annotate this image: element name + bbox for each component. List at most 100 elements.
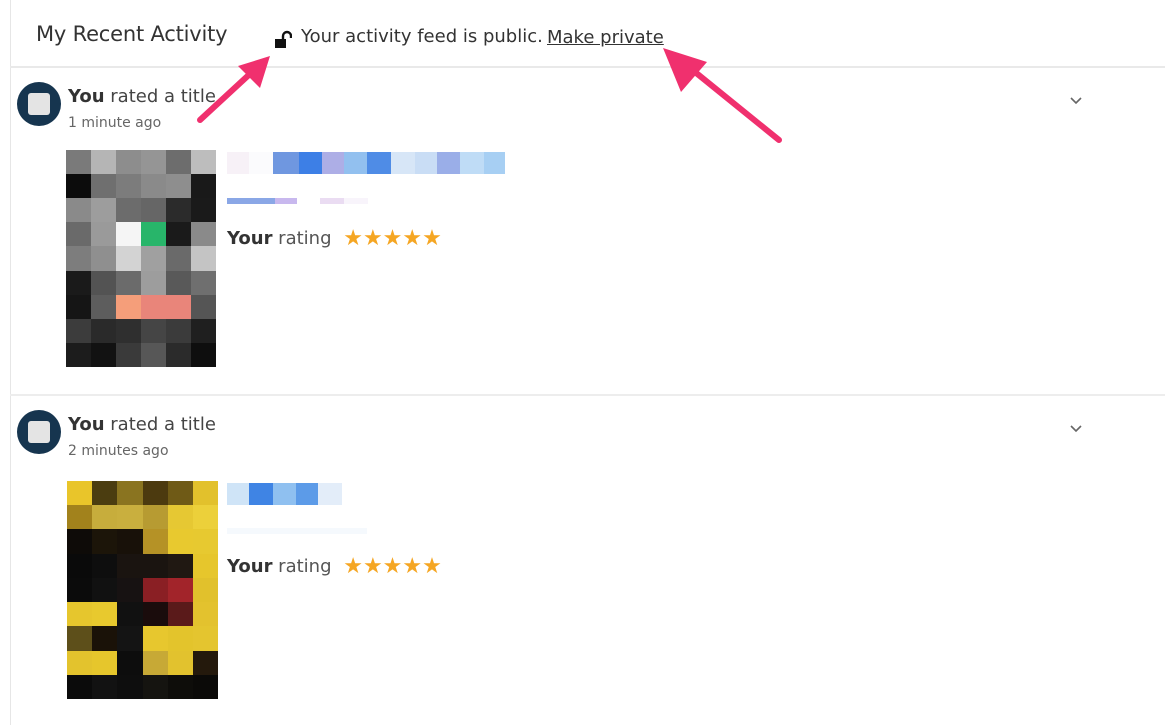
poster-pixel — [116, 342, 141, 367]
activity-item: You rated a title 1 minute ago Your rati… — [10, 70, 1165, 396]
activity-timestamp: 1 minute ago — [68, 115, 162, 131]
poster-pixel — [117, 626, 144, 652]
poster-pixel — [117, 481, 144, 506]
poster-pixel — [141, 246, 166, 272]
annotation-arrow-to-make-private — [663, 48, 782, 143]
annotation-arrow-to-lock — [197, 56, 270, 123]
poster-pixel — [166, 342, 191, 367]
poster-pixel — [91, 198, 116, 224]
chevron-down-icon[interactable] — [1068, 420, 1084, 436]
poster-pixel — [192, 505, 218, 531]
poster-pixel — [66, 246, 91, 272]
poster-pixel — [166, 222, 191, 248]
poster-pixel — [167, 481, 194, 506]
poster-pixel — [117, 674, 144, 699]
poster-pixel — [91, 318, 116, 344]
poster-pixel — [67, 626, 93, 652]
poster-pixel — [167, 529, 194, 555]
poster-pixel — [191, 318, 216, 344]
poster-pixel — [67, 650, 93, 676]
poster-pixel — [66, 270, 91, 296]
title-poster-image[interactable] — [66, 150, 216, 367]
poster-pixel — [166, 318, 191, 344]
poster-pixel — [191, 198, 216, 224]
poster-pixel — [141, 174, 166, 200]
poster-pixel — [92, 626, 119, 652]
poster-pixel — [167, 602, 194, 628]
poster-pixel — [167, 650, 194, 676]
avatar — [17, 82, 61, 126]
poster-pixel — [192, 602, 218, 628]
avatar — [17, 410, 61, 454]
poster-pixel — [192, 553, 218, 579]
poster-pixel — [141, 270, 166, 296]
star-rating: ★★★★★ — [343, 226, 442, 251]
poster-pixel — [166, 150, 191, 175]
poster-pixel — [92, 481, 119, 506]
poster-pixel — [117, 529, 144, 555]
poster-pixel — [141, 318, 166, 344]
poster-pixel — [92, 553, 119, 579]
poster-pixel — [67, 674, 93, 699]
your-rating: Your rating ★★★★★ — [227, 554, 442, 579]
poster-pixel — [66, 294, 91, 320]
poster-pixel — [191, 222, 216, 248]
poster-pixel — [117, 650, 144, 676]
chevron-down-icon[interactable] — [1068, 92, 1084, 108]
privacy-status-text: Your activity feed is public. — [301, 26, 543, 47]
poster-pixel — [142, 650, 169, 676]
poster-pixel — [141, 342, 166, 367]
poster-pixel — [66, 150, 91, 175]
poster-pixel — [66, 342, 91, 367]
poster-pixel — [117, 553, 144, 579]
poster-pixel — [141, 198, 166, 224]
poster-pixel — [116, 318, 141, 344]
activity-header: My Recent Activity Your activity feed is… — [10, 0, 1165, 68]
activity-title: You rated a title — [68, 414, 216, 435]
poster-pixel — [91, 270, 116, 296]
activity-item: You rated a title 2 minutes ago Your rat… — [10, 398, 1165, 725]
poster-pixel — [142, 529, 169, 555]
poster-pixel — [167, 505, 194, 531]
poster-pixel — [67, 553, 93, 579]
poster-pixel — [117, 577, 144, 603]
poster-pixel — [142, 602, 169, 628]
poster-pixel — [116, 294, 141, 320]
make-private-link[interactable]: Make private — [547, 27, 664, 48]
poster-pixel — [167, 626, 194, 652]
poster-pixel — [91, 150, 116, 175]
poster-pixel — [192, 577, 218, 603]
poster-pixel — [166, 270, 191, 296]
title-poster-image[interactable] — [67, 481, 218, 699]
unlocked-padlock-icon — [275, 30, 292, 48]
poster-pixel — [116, 222, 141, 248]
poster-pixel — [141, 294, 166, 320]
poster-pixel — [142, 626, 169, 652]
poster-pixel — [192, 481, 218, 506]
poster-pixel — [167, 553, 194, 579]
poster-pixel — [116, 198, 141, 224]
poster-pixel — [116, 270, 141, 296]
poster-pixel — [67, 602, 93, 628]
poster-pixel — [67, 505, 93, 531]
poster-pixel — [116, 150, 141, 175]
activity-timestamp: 2 minutes ago — [68, 443, 169, 459]
poster-pixel — [91, 342, 116, 367]
poster-pixel — [117, 602, 144, 628]
poster-pixel — [166, 198, 191, 224]
poster-pixel — [66, 318, 91, 344]
poster-pixel — [66, 174, 91, 200]
poster-pixel — [92, 650, 119, 676]
poster-pixel — [166, 246, 191, 272]
poster-pixel — [91, 294, 116, 320]
poster-pixel — [116, 246, 141, 272]
poster-pixel — [66, 198, 91, 224]
poster-pixel — [192, 529, 218, 555]
poster-pixel — [167, 577, 194, 603]
poster-pixel — [142, 505, 169, 531]
poster-pixel — [92, 529, 119, 555]
poster-pixel — [91, 222, 116, 248]
poster-pixel — [141, 222, 166, 248]
poster-pixel — [141, 150, 166, 175]
poster-pixel — [92, 505, 119, 531]
